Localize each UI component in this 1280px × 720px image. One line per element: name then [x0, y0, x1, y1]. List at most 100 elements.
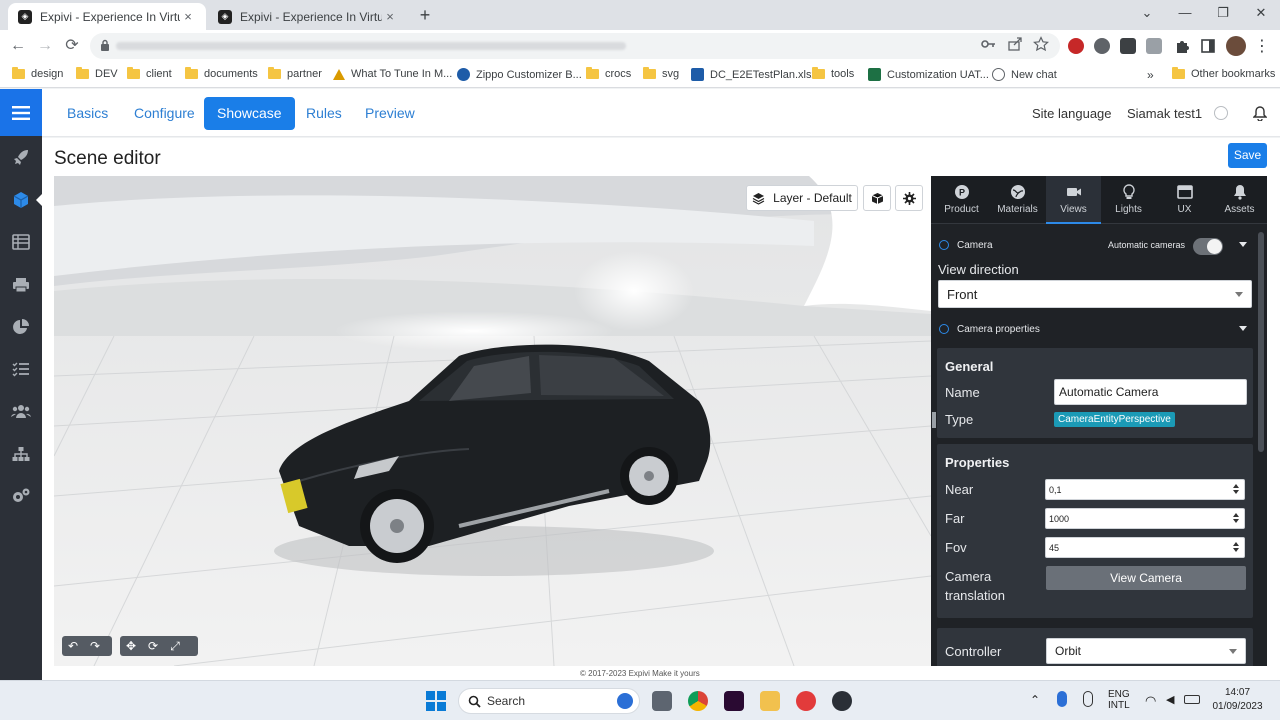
bookmark-partner[interactable]: partner	[268, 67, 322, 80]
view-camera-button[interactable]: View Camera	[1046, 566, 1246, 590]
panel-tab-product[interactable]: P Product	[934, 176, 989, 224]
car-model[interactable]	[269, 331, 729, 581]
wifi-icon[interactable]: ◠	[1145, 693, 1156, 709]
obs-icon[interactable]	[832, 691, 852, 711]
bookmark-crocs[interactable]: crocs	[586, 67, 631, 80]
move-icon[interactable]: ✥	[120, 639, 142, 653]
maximize-button[interactable]: ❐	[1204, 0, 1242, 30]
s-extension-icon[interactable]	[1120, 38, 1136, 54]
spinner-icon[interactable]	[1233, 542, 1239, 553]
taskbar-search[interactable]: Search	[458, 688, 640, 714]
tab-rules[interactable]: Rules	[293, 97, 355, 130]
forward-button[interactable]: →	[34, 36, 56, 58]
share-icon[interactable]	[1007, 36, 1023, 52]
sync-icon[interactable]	[1214, 106, 1228, 120]
task-view-icon[interactable]	[652, 691, 672, 711]
close-window-button[interactable]: ✕	[1242, 0, 1280, 30]
fov-input[interactable]: 45	[1045, 537, 1245, 558]
microphone-icon[interactable]	[1083, 691, 1093, 707]
bookmark-design[interactable]: design	[12, 67, 63, 80]
windows-start-icon[interactable]	[426, 691, 446, 711]
address-bar[interactable]	[90, 33, 1060, 59]
opera-extension-icon[interactable]	[1068, 38, 1084, 54]
sidebar-item-print[interactable]	[9, 273, 33, 297]
sidebar-item-structure[interactable]	[9, 442, 33, 466]
near-input[interactable]: 0,1	[1045, 479, 1245, 500]
panel-tab-ux[interactable]: UX	[1157, 176, 1212, 224]
tab-search-button[interactable]: ⌄	[1128, 0, 1166, 30]
battery-icon[interactable]	[1184, 695, 1200, 704]
volume-icon[interactable]: ◀	[1166, 693, 1174, 706]
user-menu[interactable]: Siamak test1	[1127, 106, 1202, 121]
clock[interactable]: 14:07 01/09/2023	[1210, 687, 1265, 712]
camera-properties-header[interactable]: Camera properties	[937, 317, 1255, 341]
layer-selector-button[interactable]: Layer - Default	[746, 185, 858, 211]
s2-extension-icon[interactable]	[1146, 38, 1162, 54]
view-cube-button[interactable]	[863, 185, 891, 211]
bookmark-new-chat[interactable]: New chat	[992, 68, 1057, 81]
panel-tab-materials[interactable]: Materials	[990, 176, 1045, 224]
site-language-button[interactable]: Site language	[1032, 106, 1112, 121]
bookmark-tools[interactable]: tools	[812, 67, 854, 80]
browser-tab[interactable]: ◈ Expivi - Experience In Virtual ×	[8, 3, 206, 30]
automatic-cameras-toggle[interactable]	[1193, 238, 1223, 255]
tab-basics[interactable]: Basics	[54, 97, 121, 130]
file-explorer-icon[interactable]	[760, 691, 780, 711]
chevron-down-icon[interactable]	[1239, 326, 1247, 331]
panel-tab-lights[interactable]: Lights	[1101, 176, 1156, 224]
minimize-button[interactable]: —	[1166, 0, 1204, 30]
spinner-icon[interactable]	[1233, 513, 1239, 524]
bookmark-star-icon[interactable]	[1033, 36, 1049, 52]
chrome-menu-icon[interactable]: ⋮	[1254, 36, 1270, 56]
chevron-down-icon[interactable]	[1239, 242, 1247, 247]
bookmark-documents[interactable]: documents	[185, 67, 258, 80]
close-tab-icon[interactable]: ×	[382, 9, 398, 24]
panel-scrollbar[interactable]	[1258, 232, 1264, 452]
new-tab-button[interactable]: +	[414, 5, 436, 27]
other-bookmarks[interactable]: Other bookmarks	[1172, 67, 1275, 80]
bookmark-tune[interactable]: What To Tune In M...	[333, 68, 452, 80]
hamburger-menu-button[interactable]	[0, 89, 42, 136]
viewport-settings-button[interactable]	[895, 185, 923, 211]
panel-resize-handle[interactable]	[932, 412, 936, 428]
bookmark-testplan[interactable]: DC_E2ETestPlan.xlsx	[691, 68, 817, 81]
rotate-icon[interactable]: ⟳	[142, 639, 164, 653]
speed-extension-icon[interactable]	[1094, 38, 1110, 54]
tab-preview[interactable]: Preview	[352, 97, 428, 130]
redo-icon[interactable]: ↷	[84, 639, 106, 653]
bookmark-client[interactable]: client	[127, 67, 172, 80]
tab-configure[interactable]: Configure	[121, 97, 208, 130]
view-direction-select[interactable]: Front	[938, 280, 1252, 308]
bell-icon[interactable]	[1253, 106, 1267, 121]
save-button[interactable]: Save	[1228, 143, 1267, 168]
photoshop-icon[interactable]	[724, 691, 744, 711]
bookmark-svg[interactable]: svg	[643, 67, 679, 80]
browser-tab[interactable]: ◈ Expivi - Experience In Virtual ×	[208, 3, 408, 30]
sidebar-item-analytics[interactable]	[9, 315, 33, 339]
panel-tab-assets[interactable]: Assets	[1212, 176, 1267, 224]
undo-icon[interactable]: ↶	[62, 639, 84, 653]
reload-button[interactable]: ⟳	[61, 36, 83, 58]
sidebar-item-users[interactable]	[9, 399, 33, 423]
chrome-icon[interactable]	[688, 691, 708, 711]
language-indicator[interactable]: ENG INTL	[1108, 689, 1130, 711]
back-button[interactable]: ←	[7, 36, 29, 58]
bluetooth-icon[interactable]	[1057, 691, 1067, 707]
bookmark-dev[interactable]: DEV	[76, 67, 118, 80]
panel-tab-views[interactable]: Views	[1046, 176, 1101, 224]
key-icon[interactable]	[980, 36, 996, 52]
tab-showcase[interactable]: Showcase	[204, 97, 295, 130]
bookmark-uat[interactable]: Customization UAT...	[868, 68, 989, 81]
sidebar-item-settings[interactable]	[9, 484, 33, 508]
sidebar-item-launch[interactable]	[9, 145, 33, 169]
sidebar-item-catalog[interactable]	[9, 230, 33, 254]
camera-section-header[interactable]: Camera Automatic cameras	[937, 233, 1255, 257]
camera-name-input[interactable]: Automatic Camera	[1054, 379, 1247, 405]
sidebar-item-tasks[interactable]	[9, 357, 33, 381]
sidepanel-icon[interactable]	[1200, 38, 1216, 54]
3d-viewport[interactable]: Layer - Default ↶ ↷ ✥ ⟳ ⤢	[54, 176, 931, 666]
bookmark-zippo[interactable]: Zippo Customizer B...	[457, 68, 582, 81]
spinner-icon[interactable]	[1233, 484, 1239, 495]
controller-select[interactable]: Orbit	[1046, 638, 1246, 664]
sidebar-item-showcase[interactable]	[9, 188, 42, 212]
